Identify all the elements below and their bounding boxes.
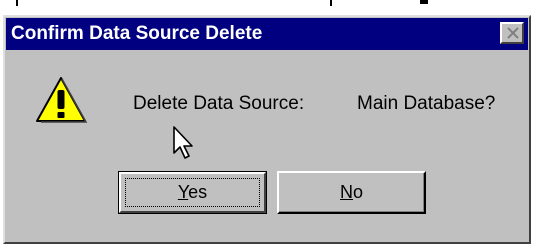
no-button[interactable]: No: [277, 171, 426, 214]
mouse-pointer-icon: [173, 126, 193, 159]
dialog-title: Confirm Data Source Delete: [11, 23, 263, 44]
delete-message-label: Delete Data Source:: [133, 93, 305, 114]
background-tick: [330, 0, 332, 6]
yes-button[interactable]: Yes: [118, 171, 267, 214]
no-label-rest: o: [352, 182, 363, 202]
warning-exclamation-icon: [36, 77, 88, 123]
yes-label-rest: es: [188, 182, 208, 202]
background-tick: [16, 0, 18, 6]
close-x-icon: [507, 27, 519, 39]
yes-button-label: Yes: [119, 174, 266, 211]
background-tick: [420, 0, 428, 4]
close-button[interactable]: [500, 22, 524, 44]
title-bar[interactable]: Confirm Data Source Delete: [6, 18, 528, 50]
data-source-name: Main Database?: [357, 93, 496, 114]
yes-mnemonic: Y: [177, 182, 189, 202]
background-strip: [0, 0, 534, 15]
no-mnemonic: N: [339, 182, 353, 202]
